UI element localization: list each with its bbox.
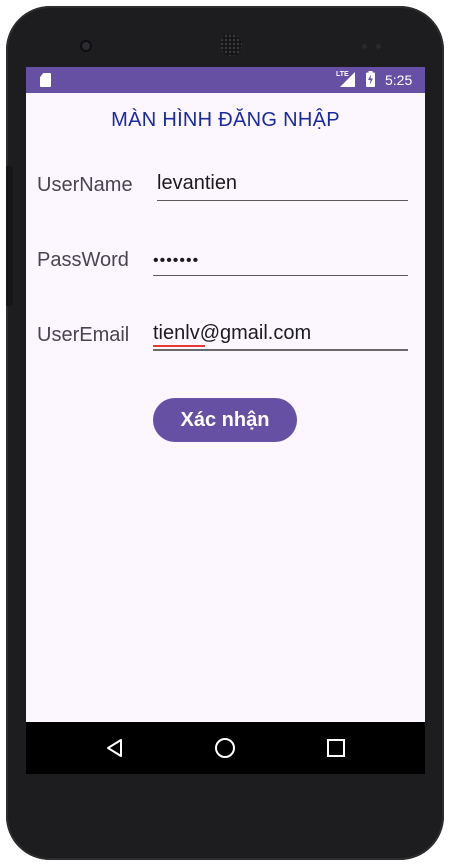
network-type: LTE xyxy=(336,71,349,78)
app-screen: LTE 5:25 MÀN HÌNH ĐĂNG NHẬP UserName lev… xyxy=(26,67,425,774)
confirm-button[interactable]: Xác nhận xyxy=(153,398,297,442)
lte-signal-icon: LTE xyxy=(336,71,356,88)
email-field[interactable]: tienlv@gmail.com xyxy=(153,317,408,351)
spellcheck-underline xyxy=(153,345,205,347)
page-title: MÀN HÌNH ĐĂNG NHẬP xyxy=(111,109,340,131)
front-camera xyxy=(80,40,92,52)
status-bar: LTE 5:25 xyxy=(26,67,425,93)
power-button xyxy=(6,166,13,306)
light-sensor xyxy=(376,44,381,49)
earpiece-speaker xyxy=(220,34,242,56)
password-label: PassWord xyxy=(37,249,129,271)
sd-card-icon xyxy=(40,73,51,87)
password-value: ••••••• xyxy=(153,252,200,269)
password-field[interactable]: ••••••• xyxy=(153,242,408,276)
email-label: UserEmail xyxy=(37,324,130,346)
battery-charging-icon xyxy=(366,71,375,87)
home-icon[interactable] xyxy=(214,737,236,764)
username-value: levantien xyxy=(157,172,238,194)
back-icon[interactable] xyxy=(105,738,125,763)
phone-frame: LTE 5:25 MÀN HÌNH ĐĂNG NHẬP UserName lev… xyxy=(6,6,444,860)
username-field[interactable]: levantien xyxy=(157,167,408,201)
username-label: UserName xyxy=(37,174,133,196)
status-time: 5:25 xyxy=(385,72,413,88)
proximity-sensor xyxy=(362,44,367,49)
email-value: tienlv@gmail.com xyxy=(153,322,312,344)
recents-icon[interactable] xyxy=(327,739,345,762)
navigation-bar xyxy=(26,722,425,774)
